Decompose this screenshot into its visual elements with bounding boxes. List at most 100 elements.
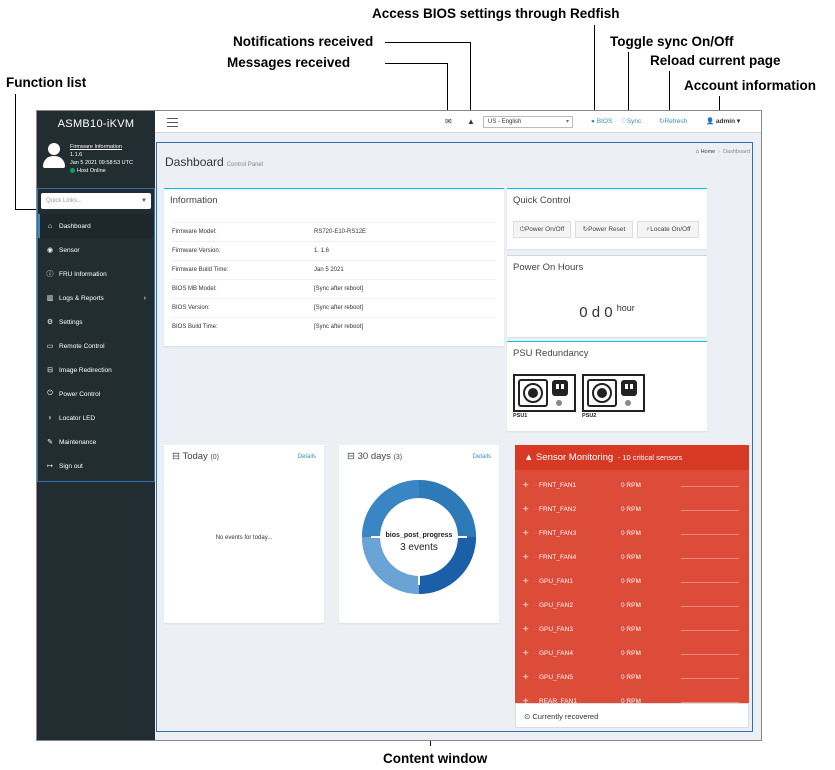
sidebar-item-maintenance[interactable]: ✎ Maintenance xyxy=(38,430,154,454)
sensor-row[interactable]: ✢ GPU_FAN3 0 RPM xyxy=(515,618,749,642)
notifications-button[interactable]: ▲ xyxy=(467,111,475,133)
quick-links-select[interactable]: Quick Links... ▼ xyxy=(41,193,151,209)
disk-icon: ⊟ xyxy=(47,367,53,374)
sensor-row[interactable]: ✢ GPU_FAN2 0 RPM xyxy=(515,594,749,618)
power-on-hours-title: Power On Hours xyxy=(513,262,584,273)
power-plug-icon xyxy=(621,380,637,396)
sync-toggle[interactable]: ♡Sync xyxy=(621,111,641,133)
dashboard-icon: ◉ xyxy=(46,247,54,254)
sidebar-item-remote-control[interactable]: ▭ Remote Control xyxy=(38,334,154,358)
avatar xyxy=(43,143,65,169)
bios-button[interactable]: ● BIOS xyxy=(591,111,612,133)
monitor-icon: ▭ xyxy=(46,343,54,350)
thirty-days-events-panel: ⊟ 30 days (3) Details bios_post_progress… xyxy=(339,445,499,623)
content-window: Dashboard Control Panel ⌂ Home › Dashboard … xyxy=(155,133,761,740)
sidebar-item-fru-information[interactable]: ⓘ FRU Information xyxy=(38,262,154,286)
annotation-sync: Toggle sync On/Off xyxy=(610,34,734,49)
psu-redundancy-panel: PSU Redundancy PSU1 PSU2 xyxy=(507,341,707,431)
sensor-monitoring-panel: ▲ Sensor Monitoring - 10 critical sensor… xyxy=(515,445,749,725)
gear-icon: ⚙ xyxy=(46,319,54,326)
power-reset-button[interactable]: ↻Power Reset xyxy=(575,221,633,238)
firmware-information-link[interactable]: Firmware Information xyxy=(70,143,151,151)
annotation-content-window: Content window xyxy=(383,751,488,766)
language-select[interactable]: US - English ▾ xyxy=(483,116,573,128)
sensor-footer: ⊙ Currently recovered xyxy=(515,703,749,728)
sensor-row[interactable]: ✢ FRNT_FAN2 0 RPM xyxy=(515,498,749,522)
sensor-row[interactable]: ✢ GPU_FAN4 0 RPM xyxy=(515,642,749,666)
inbox-icon: ⊟ xyxy=(172,451,180,462)
today-title: ⊟ Today (0) xyxy=(172,451,219,462)
breadcrumb-current: Dashboard xyxy=(723,149,750,155)
sidebar-item-power-control[interactable]: ⏻ Power Control xyxy=(38,382,154,406)
warning-icon: ▲ xyxy=(524,452,534,463)
info-row: BIOS MB Model: [Sync after reboot] xyxy=(172,279,496,298)
messages-button[interactable]: ✉ xyxy=(445,111,452,133)
donut-center-value: 3 events xyxy=(400,542,438,553)
ikvm-app-window: ASMB10-iKVM Firmware Information 1.1.6 J… xyxy=(36,110,762,741)
info-row: BIOS Build Time: [Sync after reboot] xyxy=(172,317,496,336)
annotation-function-list-line-h xyxy=(15,209,37,210)
annotation-bios: Access BIOS settings through Redfish xyxy=(372,6,620,21)
sidebar-item-settings[interactable]: ⚙ Settings xyxy=(38,310,154,334)
wrench-icon: ✎ xyxy=(47,439,53,446)
sensor-row[interactable]: ✢ GPU_FAN5 0 RPM xyxy=(515,666,749,690)
host-status: Host Online xyxy=(70,167,151,175)
fan-icon: ✢ xyxy=(523,530,529,537)
lightbulb-icon: ♀ xyxy=(47,414,53,422)
home-icon: ⌂ xyxy=(47,222,53,230)
warning-icon: ▲ xyxy=(467,117,475,126)
fan-icon: ✢ xyxy=(523,482,529,489)
psu-title: PSU Redundancy xyxy=(513,348,589,359)
sensor-row[interactable]: ✢ FRNT_FAN4 0 RPM xyxy=(515,546,749,570)
fan-icon xyxy=(587,379,617,407)
sidebar-item-logs-reports[interactable]: ▥ Logs & Reports › xyxy=(38,286,154,310)
locate-on-off-button[interactable]: ♀Locate On/Off xyxy=(637,221,699,238)
brand-logo[interactable]: ASMB10-iKVM xyxy=(37,111,155,137)
annotation-messages-line-h xyxy=(385,63,447,64)
information-title: Information xyxy=(170,195,218,206)
power-on-hours-value: 0 d 0 hour xyxy=(579,303,635,321)
power-on-off-button[interactable]: ⏻Power On/Off xyxy=(513,221,571,238)
sidebar-item-locator-led[interactable]: ♀ Locator LED xyxy=(38,406,154,430)
sidebar-item-image-redirection[interactable]: ⊟ Image Redirection xyxy=(38,358,154,382)
envelope-icon: ✉ xyxy=(445,117,452,126)
account-menu[interactable]: 👤 admin ▾ xyxy=(706,111,740,133)
fan-icon: ✢ xyxy=(523,602,529,609)
fan-icon: ✢ xyxy=(523,650,529,657)
psu1: PSU1 xyxy=(513,374,576,419)
annotation-function-list-line-v xyxy=(15,94,16,209)
info-icon: ⓘ xyxy=(46,271,54,278)
thirty-days-details-link[interactable]: Details xyxy=(473,454,491,460)
bar-chart-icon: ▥ xyxy=(46,295,54,302)
annotation-notifications: Notifications received xyxy=(233,34,374,49)
sidebar-item-dashboard[interactable]: ⌂ Dashboard xyxy=(38,214,154,238)
breadcrumb-home[interactable]: Home xyxy=(701,149,716,155)
power-icon: ⏻ xyxy=(47,390,53,397)
today-details-link[interactable]: Details xyxy=(298,454,316,460)
firmware-version: 1.1.6 xyxy=(70,152,83,158)
info-row: Firmware Build Time: Jan 5 2021 xyxy=(172,260,496,279)
function-list: Quick Links... ▼ ⌂ Dashboard ◉ Sensor ⓘ FRU… xyxy=(37,188,155,482)
info-row: BIOS Version: [Sync after reboot] xyxy=(172,298,496,317)
sensor-row[interactable]: ✢ FRNT_FAN3 0 RPM xyxy=(515,522,749,546)
sensor-row[interactable]: ✢ FRNT_FAN1 0 RPM xyxy=(515,474,749,498)
fan-icon: ✢ xyxy=(523,674,529,681)
annotation-account: Account information xyxy=(684,78,816,93)
sidebar-item-sensor[interactable]: ◉ Sensor xyxy=(38,238,154,262)
sensor-row[interactable]: ✢ GPU_FAN1 0 RPM xyxy=(515,570,749,594)
inbox-icon: ⊟ xyxy=(347,451,355,462)
page-title: Dashboard Control Panel xyxy=(165,155,264,169)
sidebar-item-sign-out[interactable]: ↦ Sign out xyxy=(38,454,154,478)
fan-icon xyxy=(518,379,548,407)
info-row: Firmware Version: 1. 1.6 xyxy=(172,241,496,260)
information-panel: Information Firmware Model: RS720-E10-RS1… xyxy=(164,188,504,346)
annotation-reload: Reload current page xyxy=(650,53,781,68)
menu-toggle-icon[interactable] xyxy=(167,118,178,130)
power-plug-icon xyxy=(552,380,568,396)
online-status-icon xyxy=(70,168,75,174)
check-circle-icon: ⊙ xyxy=(524,712,531,721)
user-panel: Firmware Information 1.1.6 Jan 5 2021 09… xyxy=(37,137,155,185)
refresh-button[interactable]: ↻Refresh xyxy=(659,111,687,133)
breadcrumb: ⌂ Home › Dashboard xyxy=(695,149,750,155)
fan-icon: ✢ xyxy=(523,578,529,585)
